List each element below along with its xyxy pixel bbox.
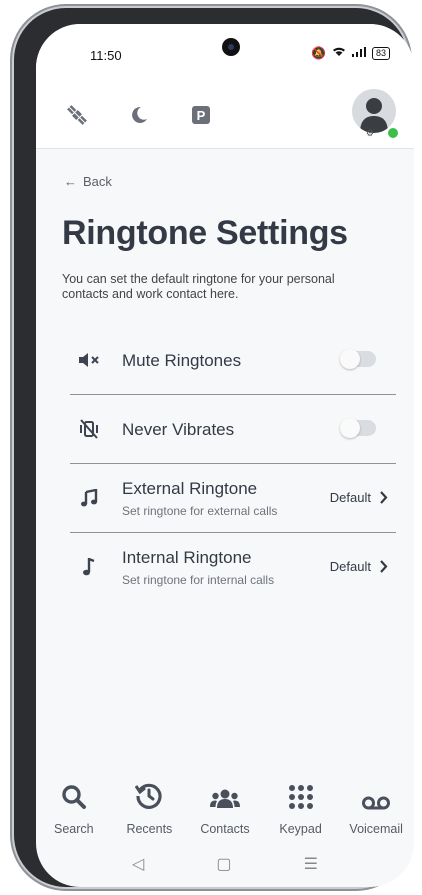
- toggle-knob: [340, 418, 360, 438]
- setting-label: Mute Ringtones: [122, 351, 242, 370]
- system-navigation: ◁ ▢ ☰: [36, 844, 414, 884]
- voicemail-icon: [338, 776, 414, 810]
- back-label: Back: [83, 174, 112, 189]
- nav-label: Search: [53, 822, 94, 836]
- history-icon: [112, 776, 188, 810]
- setting-label: External Ringtone: [122, 479, 258, 498]
- toggle-knob: [340, 349, 360, 369]
- page-description: You can set the default ringtone for you…: [62, 272, 335, 301]
- contacts-icon: [187, 776, 263, 810]
- ringtone-value-label: Default: [329, 490, 371, 505]
- internal-ringtone-value[interactable]: Default: [330, 559, 388, 574]
- battery-indicator: 83: [371, 46, 390, 60]
- parking-icon[interactable]: P: [188, 102, 214, 128]
- setting-subtitle: Set ringtone for external calls: [122, 504, 278, 518]
- back-arrow-icon: ←: [64, 174, 77, 189]
- nav-label: Voicemail: [349, 822, 403, 836]
- search-icon: [36, 776, 112, 810]
- setting-label: Internal Ringtone: [122, 548, 252, 567]
- system-back-icon[interactable]: ◁: [132, 854, 144, 874]
- nav-label: Contacts: [200, 822, 250, 836]
- music-note-icon: [78, 557, 100, 577]
- system-menu-icon[interactable]: ☰: [304, 854, 318, 874]
- never-vibrates-toggle[interactable]: [340, 418, 376, 438]
- bottom-navigation: Search Recents Contacts Keypad Voicemail: [36, 776, 414, 842]
- settings-gear-icon: ⚙: [365, 128, 374, 138]
- ringtone-value-label: Default: [329, 559, 371, 574]
- phone-frame: 11:50 🔕 83 P ⚙ ← Back Ringtone Settings …: [14, 8, 414, 887]
- page-title: Ringtone Settings: [62, 214, 348, 252]
- keypad-icon: [263, 776, 339, 810]
- screen: 11:50 🔕 83 P ⚙ ← Back Ringtone Settings …: [36, 24, 414, 887]
- satellite-icon[interactable]: [64, 102, 90, 128]
- front-camera: [222, 38, 240, 56]
- mute-speaker-icon: [78, 350, 100, 370]
- nav-search[interactable]: Search: [36, 776, 112, 842]
- external-ringtone-value[interactable]: Default: [330, 490, 388, 505]
- wifi-icon: [332, 46, 346, 60]
- setting-label: Never Vibrates: [122, 420, 235, 439]
- silent-icon: 🔕: [311, 46, 326, 60]
- setting-subtitle: Set ringtone for internal calls: [122, 573, 275, 587]
- setting-row-internal-ringtone[interactable]: Internal Ringtone Set ringtone for inter…: [70, 533, 396, 601]
- moon-icon[interactable]: [126, 102, 152, 128]
- system-home-icon[interactable]: ▢: [216, 854, 231, 874]
- mute-ringtones-toggle[interactable]: [340, 349, 376, 369]
- back-button[interactable]: ← Back: [64, 174, 112, 189]
- setting-row-external-ringtone[interactable]: External Ringtone Set ringtone for exter…: [70, 464, 396, 533]
- chevron-right-icon: [380, 491, 388, 504]
- nav-voicemail[interactable]: Voicemail: [338, 776, 414, 842]
- nav-recents[interactable]: Recents: [112, 776, 188, 842]
- signal-icon: [351, 46, 366, 60]
- settings-list: Mute Ringtones Never Vibrates External R…: [70, 326, 396, 601]
- nav-contacts[interactable]: Contacts: [187, 776, 263, 842]
- status-time: 11:50: [90, 48, 122, 63]
- music-notes-icon: [78, 488, 100, 508]
- nav-keypad[interactable]: Keypad: [263, 776, 339, 842]
- vibrate-off-icon: [78, 419, 100, 439]
- online-status-dot: [386, 126, 400, 140]
- svg-text:P: P: [197, 108, 206, 123]
- setting-row-never-vibrates: Never Vibrates: [70, 395, 396, 464]
- setting-row-mute-ringtones: Mute Ringtones: [70, 326, 396, 395]
- nav-label: Keypad: [279, 822, 322, 836]
- status-icons: 🔕 83: [311, 46, 390, 60]
- chevron-right-icon: [380, 560, 388, 573]
- status-bar: 11:50 🔕 83: [36, 24, 414, 82]
- nav-label: Recents: [126, 822, 173, 836]
- app-header: P ⚙: [36, 82, 414, 149]
